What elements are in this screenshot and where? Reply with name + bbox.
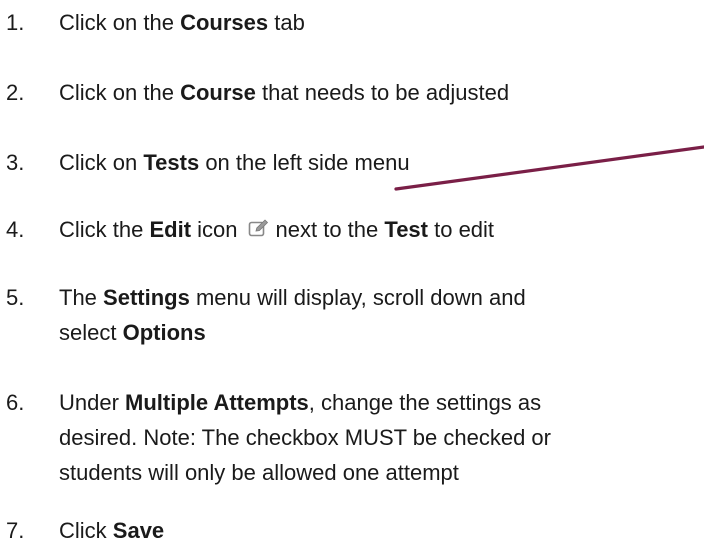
step-text: The Settings menu will display, scroll d… [59,285,526,310]
step-number: 4. [6,217,25,242]
step-number: 6. [6,390,25,415]
bold-term: Settings [103,285,190,310]
step-number: 2. [6,80,25,105]
bold-term: Multiple Attempts [125,390,309,415]
bold-term: Edit [149,217,192,242]
step-6-continuation: desired. Note: The checkbox MUST be chec… [59,425,551,450]
step-5-continuation: select Options [59,320,206,345]
step-text: Click the Edit icon next to the Test to e… [59,215,494,246]
bold-term: Options [122,320,206,345]
step-text: Click on the Course that needs to be adj… [59,80,510,105]
bold-term: Course [180,80,256,105]
step-text: Click Save [59,518,165,543]
step-6-continuation: students will only be allowed one attemp… [59,460,459,485]
step-text: Click on Tests on the left side menu [59,150,410,175]
edit-icon [248,216,270,246]
step-number: 7. [6,518,25,543]
step-number: 3. [6,150,25,175]
step-text: Under Multiple Attempts, change the sett… [59,390,542,415]
step-number: 5. [6,285,25,310]
bold-term: Tests [143,150,200,175]
instruction-list: 1. Click on the Courses tab 2. Click on … [0,0,704,552]
bold-term: Save [112,518,165,543]
step-number: 1. [6,10,25,35]
bold-term: Courses [180,10,269,35]
bold-term: Test [384,217,428,242]
step-text: Click on the Courses tab [59,10,305,35]
